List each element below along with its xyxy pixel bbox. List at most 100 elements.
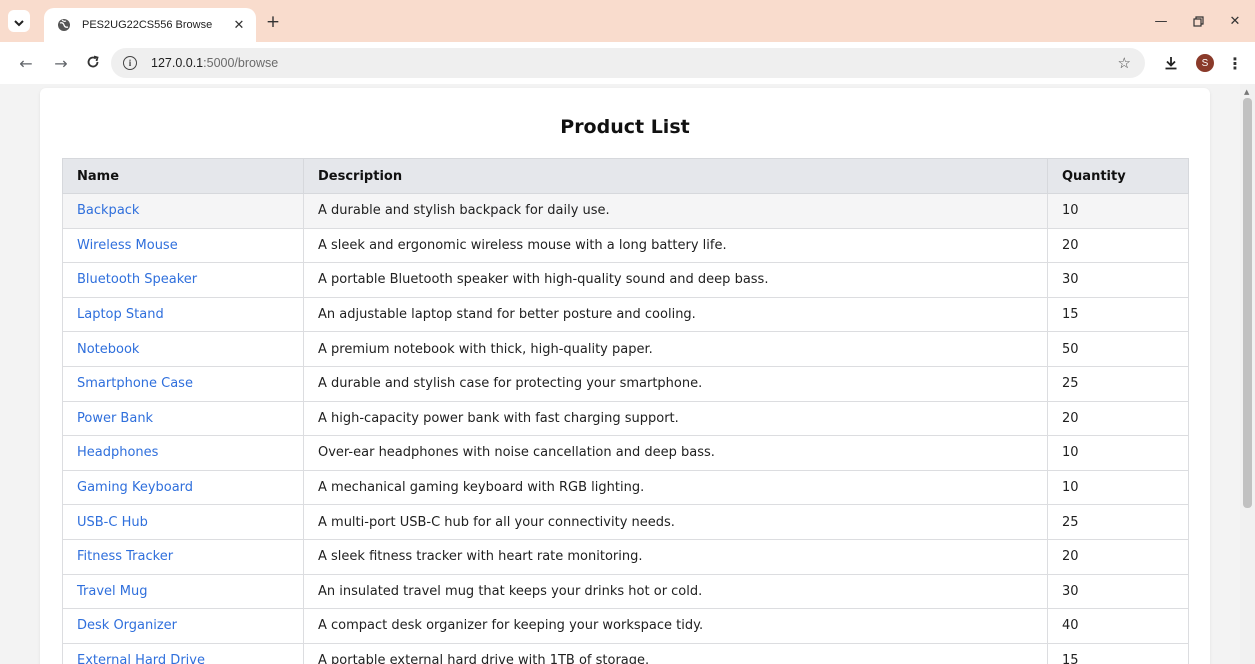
product-description: A mechanical gaming keyboard with RGB li… xyxy=(303,469,1048,506)
close-icon[interactable]: ✕ xyxy=(230,16,248,34)
product-link[interactable]: Travel Mug xyxy=(77,584,147,599)
product-link[interactable]: Backpack xyxy=(77,203,139,218)
product-quantity: 25 xyxy=(1047,504,1189,540)
product-quantity: 20 xyxy=(1047,227,1189,264)
scrollbar-thumb[interactable] xyxy=(1243,98,1252,508)
scroll-up-icon[interactable]: ▲ xyxy=(1244,88,1249,96)
minimize-button[interactable]: — xyxy=(1150,10,1172,32)
product-link[interactable]: Gaming Keyboard xyxy=(77,480,193,495)
product-description: A premium notebook with thick, high-qual… xyxy=(303,331,1048,367)
header-description: Description xyxy=(303,158,1048,194)
product-link[interactable]: Power Bank xyxy=(77,411,153,426)
product-quantity: 20 xyxy=(1047,400,1189,437)
product-quantity: 15 xyxy=(1047,642,1189,664)
product-table-body: Backpack A durable and stylish backpack f… xyxy=(62,193,1189,664)
header-quantity: Quantity xyxy=(1047,158,1189,194)
chevron-down-icon xyxy=(14,12,24,31)
page-scrollbar[interactable]: ▲ xyxy=(1240,84,1255,664)
avatar[interactable]: S xyxy=(1196,54,1214,72)
table-row: Power Bank A high-capacity power bank wit… xyxy=(62,400,1189,437)
product-quantity: 40 xyxy=(1047,608,1189,644)
product-description: A durable and stylish backpack for daily… xyxy=(303,193,1048,229)
product-name-cell: USB-C Hub xyxy=(62,504,304,540)
header-name: Name xyxy=(62,158,304,194)
restore-button[interactable] xyxy=(1187,10,1209,32)
product-quantity: 10 xyxy=(1047,435,1189,471)
product-link[interactable]: USB-C Hub xyxy=(77,515,148,530)
product-link[interactable]: Smartphone Case xyxy=(77,376,193,391)
product-quantity: 30 xyxy=(1047,573,1189,610)
product-description: An insulated travel mug that keeps your … xyxy=(303,573,1048,610)
table-row: Wireless Mouse A sleek and ergonomic wire… xyxy=(62,227,1189,264)
address-bar[interactable]: i 127.0.0.1:5000/browse ☆ xyxy=(111,48,1145,78)
globe-icon xyxy=(56,17,72,33)
product-name-cell: Laptop Stand xyxy=(62,296,304,333)
table-row: Fitness Tracker A sleek fitness tracker w… xyxy=(62,538,1189,575)
table-row: Laptop Stand An adjustable laptop stand f… xyxy=(62,296,1189,333)
url-text: 127.0.0.1:5000/browse xyxy=(151,56,278,70)
forward-arrow-icon: → xyxy=(54,53,68,73)
product-name-cell: Notebook xyxy=(62,331,304,367)
tab-strip: PES2UG22CS556 Browse ✕ + — ✕ xyxy=(0,0,1255,42)
product-name-cell: Fitness Tracker xyxy=(62,538,304,575)
product-quantity: 20 xyxy=(1047,538,1189,575)
table-header-row: Name Description Quantity xyxy=(62,158,1189,194)
product-link[interactable]: Bluetooth Speaker xyxy=(77,272,197,287)
info-icon[interactable]: i xyxy=(123,56,137,70)
table-row: Bluetooth Speaker A portable Bluetooth sp… xyxy=(62,262,1189,298)
reload-button[interactable] xyxy=(82,52,104,74)
product-link[interactable]: External Hard Drive xyxy=(77,653,205,664)
product-link[interactable]: Fitness Tracker xyxy=(77,549,173,564)
product-link[interactable]: Notebook xyxy=(77,342,139,357)
product-name-cell: Power Bank xyxy=(62,400,304,437)
product-name-cell: Headphones xyxy=(62,435,304,471)
product-link[interactable]: Laptop Stand xyxy=(77,307,164,322)
product-name-cell: Smartphone Case xyxy=(62,365,304,402)
table-row: Desk Organizer A compact desk organizer f… xyxy=(62,608,1189,644)
product-link[interactable]: Headphones xyxy=(77,445,158,460)
product-quantity: 15 xyxy=(1047,296,1189,333)
tab-title: PES2UG22CS556 Browse xyxy=(82,19,213,31)
table-row: Backpack A durable and stylish backpack f… xyxy=(62,193,1189,229)
table-row: Smartphone Case A durable and stylish cas… xyxy=(62,365,1189,402)
product-description: A sleek fitness tracker with heart rate … xyxy=(303,538,1048,575)
product-description: A portable Bluetooth speaker with high-q… xyxy=(303,262,1048,298)
product-quantity: 50 xyxy=(1047,331,1189,367)
browser-toolbar: ← → i 127.0.0.1:5000/browse ☆ S ⋮ xyxy=(0,42,1255,84)
star-icon[interactable]: ☆ xyxy=(1118,54,1131,72)
kebab-menu-icon[interactable]: ⋮ xyxy=(1226,52,1244,74)
product-description: A multi-port USB-C hub for all your conn… xyxy=(303,504,1048,540)
product-description: A durable and stylish case for protectin… xyxy=(303,365,1048,402)
forward-button[interactable]: → xyxy=(50,52,72,74)
product-link[interactable]: Desk Organizer xyxy=(77,618,177,633)
new-tab-button[interactable]: + xyxy=(263,12,283,32)
table-row: Notebook A premium notebook with thick, h… xyxy=(62,331,1189,367)
url-path: :5000/browse xyxy=(203,56,279,70)
url-host: 127.0.0.1 xyxy=(151,56,204,70)
tab-search-button[interactable] xyxy=(8,10,30,32)
close-window-button[interactable]: ✕ xyxy=(1224,10,1246,32)
table-row: Gaming Keyboard A mechanical gaming keybo… xyxy=(62,469,1189,506)
product-quantity: 10 xyxy=(1047,193,1189,229)
product-quantity: 30 xyxy=(1047,262,1189,298)
product-description: A sleek and ergonomic wireless mouse wit… xyxy=(303,227,1048,264)
product-name-cell: Desk Organizer xyxy=(62,608,304,644)
product-link[interactable]: Wireless Mouse xyxy=(77,238,178,253)
download-icon[interactable] xyxy=(1160,52,1182,74)
table-row: Travel Mug An insulated travel mug that k… xyxy=(62,573,1189,610)
product-description: An adjustable laptop stand for better po… xyxy=(303,296,1048,333)
back-arrow-icon: ← xyxy=(19,53,33,73)
product-name-cell: Bluetooth Speaker xyxy=(62,262,304,298)
back-button[interactable]: ← xyxy=(15,52,37,74)
table-row: Headphones Over-ear headphones with noise… xyxy=(62,435,1189,471)
content-card: Product List Name Description Quantity B… xyxy=(40,88,1210,664)
product-quantity: 25 xyxy=(1047,365,1189,402)
product-name-cell: Travel Mug xyxy=(62,573,304,610)
product-name-cell: Wireless Mouse xyxy=(62,227,304,264)
product-name-cell: Backpack xyxy=(62,193,304,229)
product-name-cell: Gaming Keyboard xyxy=(62,469,304,506)
plus-icon: + xyxy=(265,12,281,32)
reload-icon xyxy=(86,54,100,73)
active-tab[interactable]: PES2UG22CS556 Browse ✕ xyxy=(44,8,256,42)
product-quantity: 10 xyxy=(1047,469,1189,506)
